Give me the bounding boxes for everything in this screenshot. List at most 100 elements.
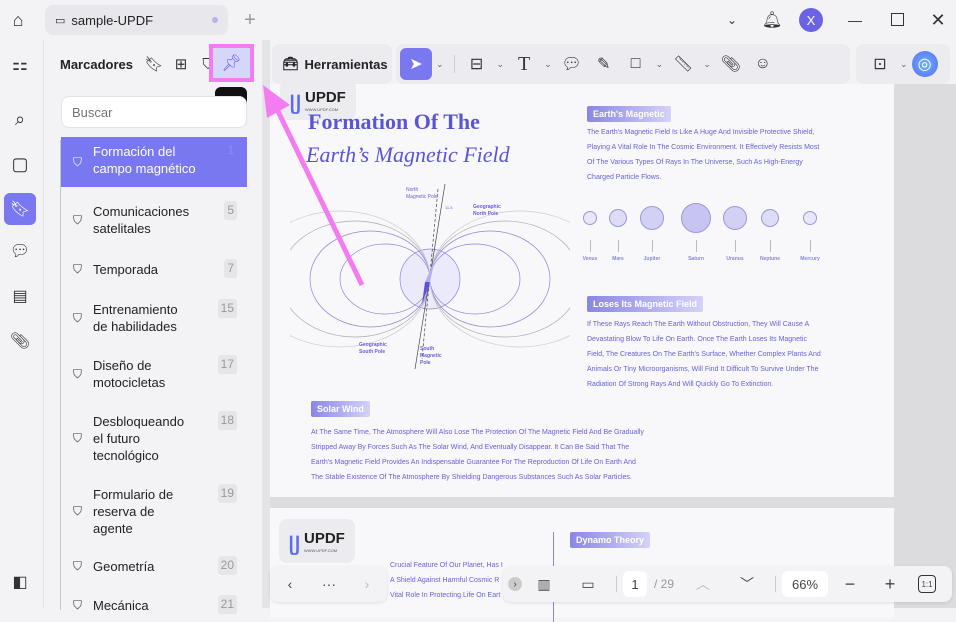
text-box-icon[interactable]: ⊟ [461, 48, 493, 80]
planet-label: Saturn [688, 256, 704, 262]
pin-button[interactable]: 📌︎ [209, 44, 254, 82]
add-bookmark-icon[interactable]: ⊞ [169, 52, 193, 76]
planet-jupiter [640, 206, 664, 230]
thumbnails-grid-icon[interactable]: ⚏ [4, 48, 36, 80]
bookmark-item[interactable]: ⛉ Desbloqueando el futuro tecnológico 18 [61, 407, 247, 470]
main-toolbar: 🧰︎ Herramientas ➤ ⌄ ⊟ ⌄ T ⌄ 💬︎ ✎ □ ⌄ 📏︎ ⌄ 📎︎ ☺… [270, 44, 956, 84]
bookmark-star-icon: ⛉ [73, 366, 83, 381]
sticker-icon[interactable]: ☺ [747, 48, 779, 80]
page-number-input[interactable]: 1 [623, 571, 647, 597]
previous-page-icon[interactable]: ︿ [681, 574, 725, 594]
bookmark-star-icon: ⛉ [73, 262, 83, 276]
home-icon[interactable]: ⌂ [6, 8, 30, 32]
section-text: The Earth's Magnetic Field Is Like A Hug… [587, 129, 820, 181]
updf-logo: ᥩ UPDF WWW.UPDF.COM [279, 519, 355, 563]
planet-neptune [761, 209, 779, 227]
ai-bookmark-icon[interactable]: 🔖︎ [142, 52, 166, 76]
planet-uranus [723, 206, 747, 230]
bookmark-item[interactable]: ⛉ Comunicaciones satelitales 5 [61, 197, 247, 243]
attachment-icon[interactable]: 📎︎ [4, 325, 36, 357]
page-nav-left: ‹ ··· › [270, 566, 387, 602]
section-badge: Earth's Magnetic [587, 106, 671, 122]
page-nav-bar: › ▥ ▭ 1 / 29 ︿ ﹀ 66% − + 1:1 [503, 566, 952, 602]
more-button[interactable]: ··· [310, 576, 348, 592]
text-tool-icon[interactable]: T [508, 48, 540, 80]
planet-label: Jupiter [643, 256, 661, 262]
avatar[interactable]: X [799, 8, 823, 32]
zoom-in-icon[interactable]: + [872, 574, 908, 595]
bookmark-icon: ⛉ [73, 310, 83, 325]
search-icon[interactable]: ⌕ [4, 103, 36, 135]
bookmark-item[interactable]: ⛉ Mecánica 21 [61, 591, 247, 620]
planet-label: Mercury [800, 256, 820, 262]
forward-icon[interactable]: › [348, 576, 386, 592]
bookmark-icon: ⛉ [73, 212, 83, 227]
section-badge: Loses Its Magnetic Field [587, 296, 704, 312]
planet-row: Venus Mars Jupiter Saturn Uranus Neptune Mercu… [582, 203, 832, 274]
panel-title: Marcadores [60, 57, 133, 72]
bookmark-icon: ⛉ [73, 504, 83, 518]
tab-title: sample-UPDF [71, 12, 154, 28]
monitor-icon: ▭ [55, 14, 66, 27]
planet-saturn [681, 203, 711, 233]
left-rail: ⚏ ⌕ ▢ 🔖︎ 💬︎ ▤ 📎︎ ◧ [0, 40, 44, 608]
new-tab-plus-icon[interactable]: + [238, 8, 262, 32]
page-layout-icon[interactable]: ▥ [522, 576, 566, 593]
annotation-tools: ➤ ⌄ ⊟ ⌄ T ⌄ 💬︎ ✎ □ ⌄ 📏︎ ⌄ 📎︎ ☺ [396, 44, 850, 84]
zoom-level[interactable]: 66% [782, 571, 828, 597]
rectangle-icon[interactable]: □ [620, 48, 652, 80]
document-tab[interactable]: ▭ sample-UPDF [45, 5, 228, 35]
chevron-down-icon[interactable]: ⌄ [720, 8, 744, 32]
planet-venus [583, 211, 597, 225]
page-total: / 29 [653, 577, 674, 591]
form-icon[interactable]: ▤ [4, 280, 36, 312]
back-icon[interactable]: ‹ [270, 576, 310, 592]
bookmark-item[interactable]: ⛉ Formulario de reserva de agente 19 [61, 480, 247, 543]
tools-button[interactable]: 🧰︎ Herramientas [272, 44, 392, 84]
comments-icon[interactable]: 💬︎ [4, 235, 36, 267]
measure-icon[interactable]: 📏︎ [667, 48, 699, 80]
bookmarks-panel: Marcadores 🔖︎ ⊞ ⛉ 📌︎ Pin ⛉Formación del … [45, 40, 262, 614]
bookmark-icon: ⛉ [73, 598, 83, 612]
bell-icon[interactable]: 🔔︎ [760, 8, 784, 32]
planet-label: Mars [612, 256, 624, 262]
attachment-icon[interactable]: 📎︎ [715, 48, 747, 80]
pin-icon: 📌︎ [221, 55, 242, 72]
comment-icon[interactable]: 💬︎ [556, 48, 588, 80]
bookmark-star-icon: ⛉ [73, 154, 83, 169]
highlighter-icon[interactable]: ✎ [588, 48, 620, 80]
right-tools: ⊡ ⌄ ◎ [856, 44, 950, 84]
toolbox-icon: 🧰︎ [282, 56, 299, 71]
save-icon[interactable]: ⊡ [864, 48, 896, 80]
highlight-arrow [263, 85, 365, 287]
ai-assistant-icon[interactable]: ◎ [911, 51, 938, 77]
bookmarks-icon[interactable]: 🔖︎ [4, 193, 36, 225]
bookmark-item[interactable]: ⛉ Diseño de motocicletas 17 [61, 351, 247, 397]
planet-mars [609, 209, 627, 227]
close-icon[interactable]: ✕ [926, 8, 950, 32]
actual-size-button[interactable]: 1:1 [918, 575, 936, 593]
minimize-icon[interactable]: — [843, 8, 867, 32]
bookmark-star-icon: ⛉ [73, 431, 83, 445]
unsaved-dot [212, 17, 218, 23]
bookmark-item[interactable]: ⛉ Geometría 20 [61, 552, 247, 581]
bookmark-item[interactable]: ⛉ Formación del campo magnético 1 [61, 137, 247, 187]
bookmark-search-input[interactable] [61, 96, 247, 128]
zoom-out-icon[interactable]: − [828, 574, 872, 595]
bookmark-item[interactable]: ⛉ Temporada 7 [61, 255, 247, 284]
next-page-icon[interactable]: ﹀ [725, 574, 769, 594]
select-cursor-icon[interactable]: ➤ [400, 48, 432, 80]
presentation-icon[interactable]: ▭ [566, 576, 610, 593]
title-bar: ⌂ ▭ sample-UPDF + ⌄ 🔔︎ X — ✕ [0, 0, 956, 40]
bookmark-item[interactable]: ⛉ Entrenamiento de habilidades 15 [61, 295, 247, 341]
maximize-icon[interactable] [891, 13, 904, 26]
planet-mercury [803, 211, 817, 225]
section-text: If These Rays Reach The Earth Without Ob… [587, 321, 821, 388]
bookmark-icon: ⛉ [73, 559, 83, 573]
layers-icon[interactable]: ◧ [4, 566, 36, 598]
section-badge: Dynamo Theory [570, 532, 651, 548]
section-badge: Solar Wind [311, 401, 370, 417]
collapse-icon[interactable]: › [508, 577, 522, 591]
section-text: At The Same Time, The Atmosphere Will Al… [311, 429, 644, 481]
pages-icon[interactable]: ▢ [4, 148, 36, 180]
